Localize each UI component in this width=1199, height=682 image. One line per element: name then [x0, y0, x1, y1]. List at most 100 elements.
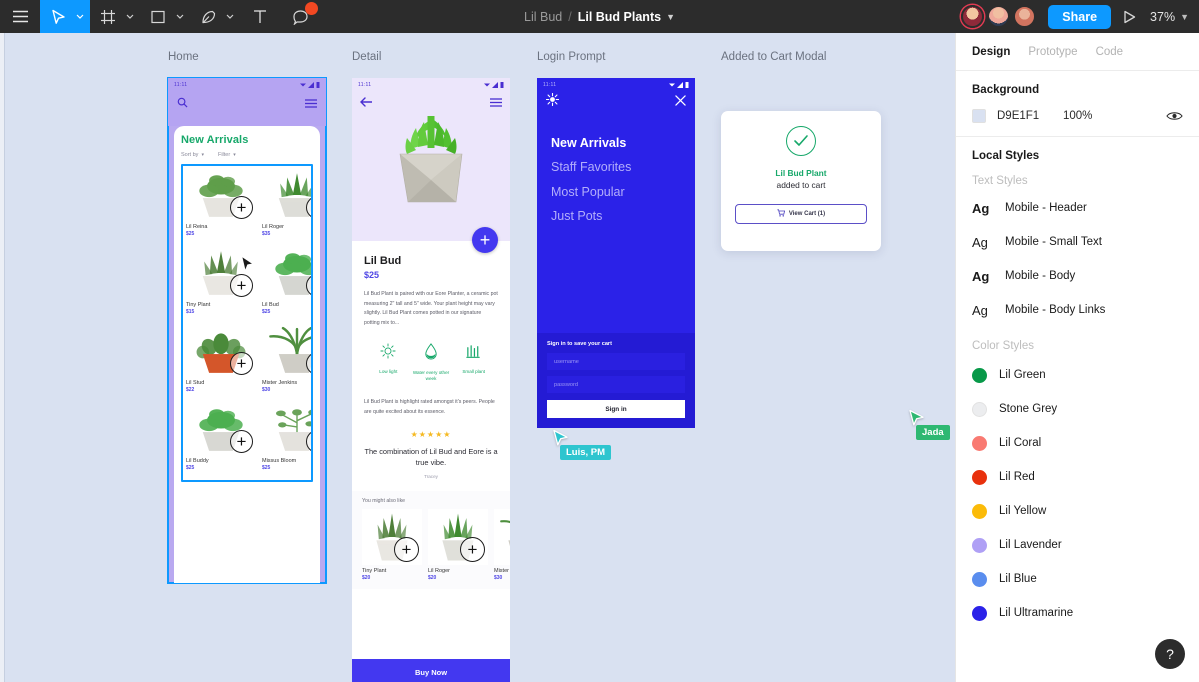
pen-icon[interactable]	[190, 0, 226, 33]
buy-now-button[interactable]: Buy Now	[352, 659, 510, 682]
square-icon[interactable]	[140, 0, 176, 33]
recommendation-card[interactable]: + Lil Roger $20	[428, 509, 488, 581]
cursor-arrow-icon[interactable]	[40, 0, 76, 33]
color-style-row[interactable]: Lil Lavender	[956, 528, 1199, 562]
frame-added-to-cart-modal[interactable]: Lil Bud Plant added to cart View Cart (1…	[721, 111, 881, 251]
plus-circle-icon[interactable]: +	[230, 430, 253, 453]
hamburger-menu-icon[interactable]	[0, 0, 40, 33]
search-icon[interactable]	[177, 95, 188, 113]
frame-label-detail[interactable]: Detail	[352, 51, 381, 63]
close-x-icon[interactable]	[675, 93, 686, 111]
product-card[interactable]: + Missus Bloom $25	[262, 403, 311, 477]
product-card[interactable]: + Lil Reina $25	[186, 169, 256, 243]
product-card[interactable]: + Mister Jenkins $30	[262, 325, 311, 399]
product-image[interactable]: +	[262, 169, 311, 221]
filter-dropdown[interactable]: Filter ▾	[218, 152, 236, 158]
frame-detail[interactable]: 11:11 + Lil Bud $25 Lil Bud Plant is pai…	[352, 78, 510, 682]
frame-icon[interactable]	[90, 0, 126, 33]
product-image[interactable]: +	[262, 247, 311, 299]
breadcrumb-file[interactable]: Lil Bud Plants	[578, 10, 661, 24]
recommendation-card[interactable]: + Tiny Plant $20	[362, 509, 422, 581]
frame-label-added-to-cart-modal[interactable]: Added to Cart Modal	[721, 51, 826, 63]
eye-icon[interactable]	[1166, 110, 1183, 122]
product-image[interactable]: +	[186, 403, 256, 455]
color-style-row[interactable]: Lil Green	[956, 358, 1199, 392]
share-button[interactable]: Share	[1048, 4, 1112, 29]
product-image[interactable]: +	[428, 509, 488, 566]
sort-by-dropdown[interactable]: Sort by ▾	[181, 152, 204, 158]
background-fill-row[interactable]: D9E1F1 100%	[972, 109, 1183, 123]
recommendation-carousel[interactable]: + Tiny Plant $20 + Lil Roger $20 Mister …	[362, 509, 510, 581]
product-card[interactable]: + Lil Buddy $25	[186, 403, 256, 477]
frame-tool-caret-icon[interactable]	[126, 0, 140, 33]
color-swatch[interactable]	[972, 109, 986, 123]
move-tool-caret-icon[interactable]	[76, 0, 90, 33]
color-style-row[interactable]: Lil Yellow	[956, 494, 1199, 528]
color-styles-list[interactable]: Lil Green Stone Grey Lil Coral Lil Red L…	[956, 358, 1199, 630]
tab-prototype[interactable]: Prototype	[1028, 46, 1077, 58]
frame-home[interactable]: 11:11 New Arrivals Sort by ▾ Filter ▾ + …	[167, 77, 327, 584]
product-name: Lil Stud	[186, 380, 205, 386]
hamburger-menu-icon[interactable]	[305, 95, 317, 113]
product-card[interactable]: + Lil Stud $22	[186, 325, 256, 399]
product-card[interactable]: + Lil Roger $35	[262, 169, 311, 243]
product-image[interactable]: +	[262, 325, 311, 377]
frame-label-login-prompt[interactable]: Login Prompt	[537, 51, 605, 63]
signin-submit-button[interactable]: Sign in	[547, 400, 685, 418]
color-style-row[interactable]: Stone Grey	[956, 392, 1199, 426]
avatar[interactable]	[961, 5, 985, 28]
tab-design[interactable]: Design	[972, 46, 1010, 58]
shape-tool[interactable]	[140, 0, 190, 33]
color-style-row[interactable]: Lil Coral	[956, 426, 1199, 460]
login-nav-item[interactable]: New Arrivals	[551, 131, 695, 155]
login-nav-item[interactable]: Most Popular	[551, 180, 695, 204]
login-nav-list[interactable]: New Arrivals Staff Favorites Most Popular J…	[537, 111, 695, 229]
text-style-row[interactable]: Ag Mobile - Header	[956, 191, 1199, 225]
text-style-row[interactable]: Ag Mobile - Body Links	[956, 293, 1199, 327]
product-image[interactable]: +	[186, 325, 256, 377]
text-style-row[interactable]: Ag Mobile - Body	[956, 259, 1199, 293]
frame-label-home[interactable]: Home	[168, 51, 199, 63]
view-cart-button[interactable]: View Cart (1)	[735, 204, 867, 224]
color-style-row[interactable]: Lil Ultramarine	[956, 596, 1199, 630]
product-image[interactable]: +	[186, 169, 256, 221]
comment-tool[interactable]	[280, 0, 320, 33]
sun-burst-icon[interactable]	[545, 92, 560, 111]
design-canvas[interactable]: Home 11:11 New Arrivals Sort by ▾ Filter…	[0, 33, 955, 682]
avatar[interactable]	[987, 5, 1011, 28]
help-button[interactable]: ?	[1155, 639, 1185, 669]
chevron-down-icon[interactable]: ▼	[666, 12, 675, 22]
tab-code[interactable]: Code	[1096, 46, 1124, 58]
background-hex-value[interactable]: D9E1F1	[997, 110, 1063, 122]
text-style-row[interactable]: Ag Mobile - Small Text	[956, 225, 1199, 259]
background-opacity-value[interactable]: 100%	[1063, 110, 1092, 122]
frame-login-prompt[interactable]: 11:11 New Arrivals Staff Favorites Most Po…	[537, 78, 695, 428]
panel-tabs[interactable]: Design Prototype Code	[956, 33, 1199, 71]
zoom-control[interactable]: 37% ▼	[1150, 10, 1189, 24]
username-input[interactable]: username	[547, 353, 685, 370]
add-to-cart-fab[interactable]: +	[472, 227, 498, 253]
plus-circle-icon[interactable]: +	[230, 352, 253, 375]
breadcrumb-project[interactable]: Lil Bud	[524, 10, 562, 24]
plus-circle-icon[interactable]: +	[230, 196, 253, 219]
color-style-row[interactable]: Lil Red	[956, 460, 1199, 494]
pen-tool-caret-icon[interactable]	[226, 0, 240, 33]
text-styles-list[interactable]: Ag Mobile - Header Ag Mobile - Small Text…	[956, 191, 1199, 327]
password-input[interactable]: password	[547, 376, 685, 393]
play-triangle-icon[interactable]	[1123, 10, 1136, 24]
color-style-row[interactable]: Lil Blue	[956, 562, 1199, 596]
product-image[interactable]: +	[494, 509, 510, 566]
text-T-icon[interactable]	[240, 0, 280, 33]
product-image[interactable]: +	[262, 403, 311, 455]
frame-tool[interactable]	[90, 0, 140, 33]
move-tool[interactable]	[40, 0, 90, 33]
product-card[interactable]: + Lil Bud $25	[262, 247, 311, 321]
login-nav-item[interactable]: Staff Favorites	[551, 155, 695, 179]
product-grid[interactable]: + Lil Reina $25 + Lil Roger $35	[181, 164, 313, 482]
avatar[interactable]	[1013, 5, 1037, 28]
recommendation-card[interactable]: + Mister Jenkins $30	[494, 509, 510, 581]
login-nav-item[interactable]: Just Pots	[551, 204, 695, 228]
pen-tool[interactable]	[190, 0, 240, 33]
shape-tool-caret-icon[interactable]	[176, 0, 190, 33]
product-image[interactable]: +	[362, 509, 422, 566]
